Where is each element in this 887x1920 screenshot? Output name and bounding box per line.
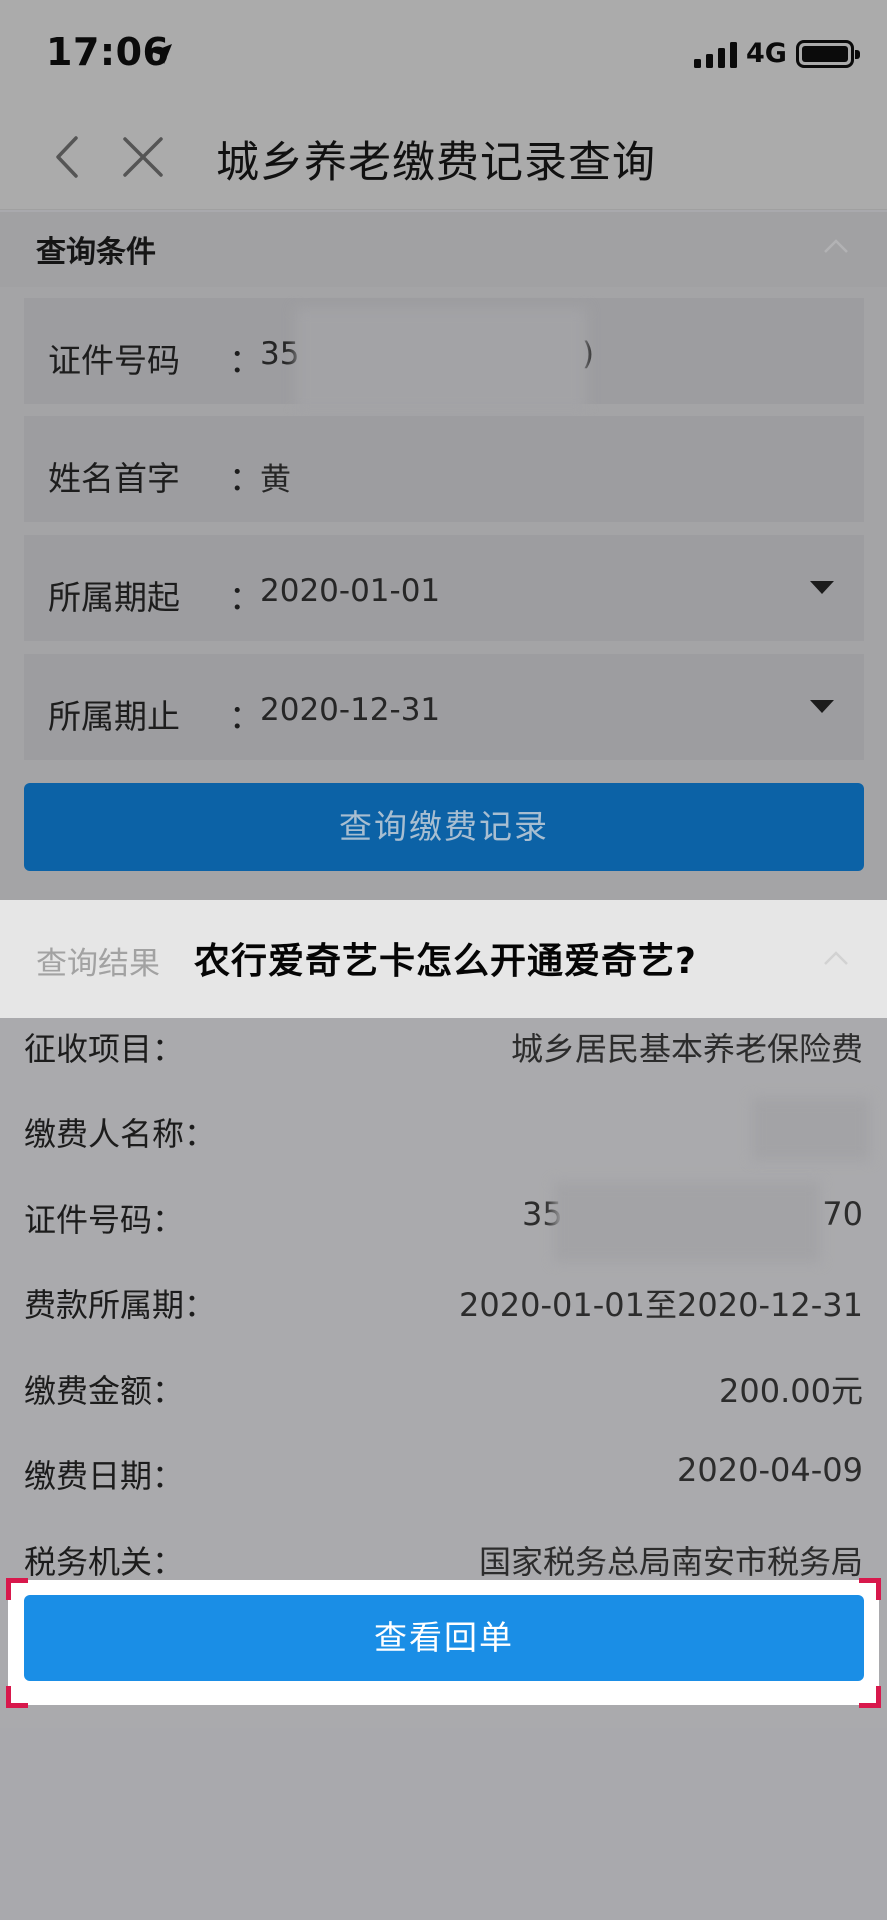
result-label: 证件号码： [24,1201,185,1239]
chevron-up-icon[interactable] [822,236,850,256]
result-value-tail: 70 [822,1195,863,1233]
network-type: 4G [746,38,787,69]
form-colon: ： [229,578,262,617]
result-value: 2020-01-01至2020-12-31 [459,1286,863,1324]
results-section-title: 查询结果 [36,946,160,982]
name-initial-value: 黄 [260,462,291,498]
form-row-id-number[interactable]: 证件号码 ： 35 ) [24,298,864,412]
location-arrow-icon [152,44,172,64]
query-payment-records-button[interactable]: 查询缴费记录 [24,783,864,871]
highlight-corner [6,1686,28,1708]
result-label: 税务机关： [24,1543,185,1581]
form-label: 证件号码 [48,341,180,380]
form-colon: ： [229,341,262,380]
form-label: 姓名首字 [48,459,180,498]
highlight-corner [859,1686,881,1708]
form-colon: ： [229,459,262,498]
form-label: 所属期起 [48,578,180,617]
page-title: 城乡养老缴费记录查询 [216,138,656,188]
query-section-title: 查询条件 [36,235,156,270]
result-label: 缴费人名称： [24,1115,217,1153]
result-value: 城乡居民基本养老保险费 [510,1030,863,1068]
privacy-blur [554,1182,820,1262]
dropdown-caret-icon[interactable] [810,581,834,594]
back-chevron-icon[interactable] [46,134,92,180]
result-label: 费款所属期： [24,1286,217,1324]
signal-strength-icon [694,42,737,68]
privacy-blur [296,308,586,412]
result-value: 200.00元 [719,1372,863,1410]
result-value: 2020-04-09 [677,1451,863,1489]
close-icon[interactable] [120,134,166,180]
form-row-period-end[interactable]: 所属期止 ： 2020-12-31 [24,654,864,760]
privacy-blur [752,1098,870,1160]
result-label: 缴费金额： [24,1372,185,1410]
view-receipt-button[interactable]: 查看回单 [24,1595,864,1681]
form-row-name-initial[interactable]: 姓名首字 ： 黄 [24,416,864,522]
form-row-period-start[interactable]: 所属期起 ： 2020-01-01 [24,535,864,641]
bottom-empty-area [0,1728,887,1920]
result-label: 征收项目： [24,1030,185,1068]
form-colon: ： [229,697,262,736]
dropdown-caret-icon[interactable] [810,700,834,713]
battery-icon [796,40,860,68]
period-start-value: 2020-01-01 [260,573,441,609]
chevron-up-icon[interactable] [822,948,850,968]
period-end-value: 2020-12-31 [260,692,441,728]
result-value: 国家税务总局南安市税务局 [478,1543,863,1581]
banner-caption: 农行爱奇艺卡怎么开通爱奇艺? [194,941,697,982]
id-number-value: 35 [260,336,300,372]
form-label: 所属期止 [48,697,180,736]
result-label: 缴费日期： [24,1457,185,1495]
